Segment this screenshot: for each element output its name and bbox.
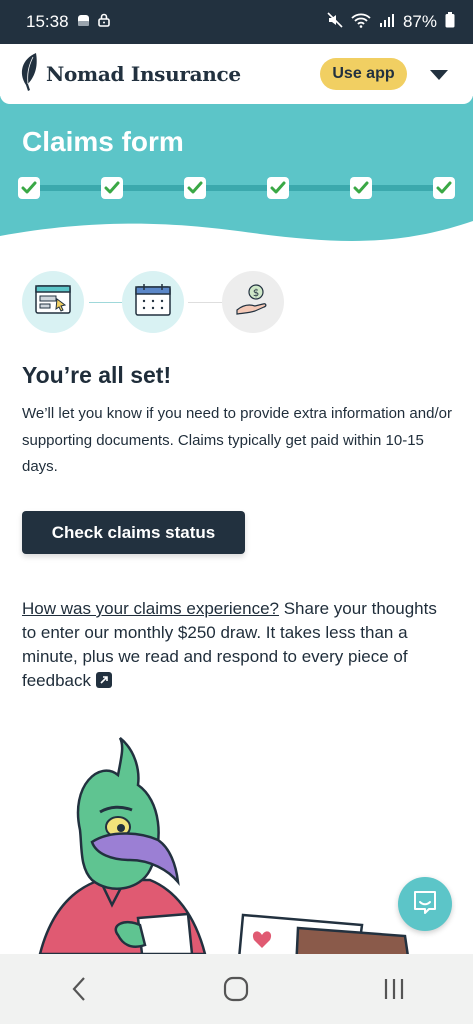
- check-claims-status-button[interactable]: Check claims status: [22, 511, 245, 554]
- caret-down-icon[interactable]: [430, 70, 448, 80]
- battery-icon: [445, 11, 455, 33]
- chat-icon: [412, 890, 438, 919]
- recents-icon[interactable]: [364, 964, 424, 1014]
- step-payment: $: [222, 271, 284, 333]
- step-check-icon: [184, 177, 206, 199]
- brand-logo[interactable]: Nomad Insurance: [16, 51, 241, 98]
- signal-icon: [379, 12, 395, 32]
- step-processing: [122, 271, 184, 333]
- battery-percent: 87%: [402, 12, 437, 31]
- brand-name: Nomad Insurance: [46, 62, 241, 86]
- calendar-icon: [135, 283, 171, 322]
- external-link-icon[interactable]: [95, 672, 112, 688]
- status-bar: 15:38 87%: [0, 0, 473, 44]
- android-nav-bar: [0, 954, 473, 1024]
- confirmation-title: You’re all set!: [22, 362, 172, 388]
- confirmation-description: We’ll let you know if you need to provid…: [22, 405, 452, 475]
- gallery-icon: [77, 12, 90, 32]
- lock-icon: [97, 12, 110, 32]
- claims-banner: [0, 96, 473, 241]
- page-title: Claims form: [22, 126, 184, 157]
- use-app-button[interactable]: Use app: [320, 58, 407, 90]
- svg-text:$: $: [253, 288, 259, 299]
- step-check-icon: [267, 177, 289, 199]
- bird-mascot-illustration: [38, 737, 409, 954]
- step-check-icon: [433, 177, 455, 199]
- chat-button[interactable]: [398, 877, 452, 931]
- feedback-paragraph: How was your claims experience? Share yo…: [22, 597, 452, 693]
- step-check-icon: [350, 177, 372, 199]
- feedback-survey-link[interactable]: How was your claims experience?: [22, 599, 279, 618]
- step-connector: [89, 302, 122, 303]
- step-connector: [188, 302, 222, 303]
- progress-track: [28, 185, 443, 191]
- step-check-icon: [18, 177, 40, 199]
- mute-icon: [327, 11, 343, 33]
- step-check-icon: [101, 177, 123, 199]
- hand-coin-icon: $: [235, 283, 271, 322]
- status-time: 15:38: [26, 12, 69, 31]
- step-review: [22, 271, 84, 333]
- browser-form-icon: [35, 284, 71, 320]
- feather-logo-icon: [16, 51, 42, 98]
- back-icon[interactable]: [49, 964, 109, 1014]
- card-illustration: [238, 913, 409, 954]
- site-header: Nomad Insurance Use app: [0, 44, 473, 104]
- home-icon[interactable]: [206, 964, 266, 1014]
- wifi-icon: [351, 12, 371, 33]
